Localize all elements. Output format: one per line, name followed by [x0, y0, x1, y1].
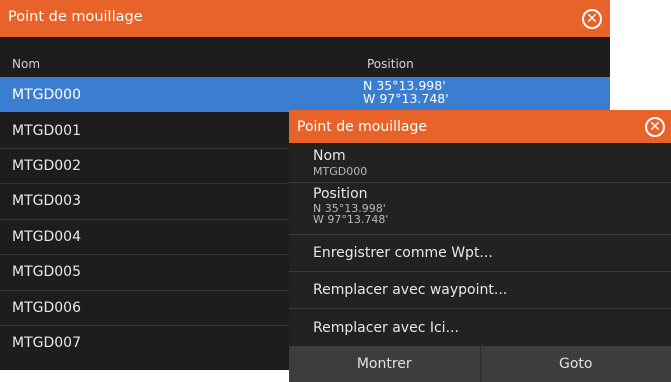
- close-icon[interactable]: ✕: [645, 117, 665, 137]
- row-name: MTGD005: [12, 263, 81, 280]
- menu-item-replace-with-waypoint[interactable]: Remplacer avec waypoint...: [289, 272, 671, 307]
- position-longitude: W 97°13.748': [313, 213, 389, 226]
- column-header-position: Position: [367, 57, 414, 71]
- menu-item-label: Enregistrer comme Wpt...: [313, 245, 493, 261]
- name-value: MTGD000: [313, 165, 368, 178]
- row-name: MTGD002: [12, 157, 81, 174]
- goto-button[interactable]: Goto: [480, 346, 671, 382]
- position-label: Position: [313, 186, 368, 202]
- position-field: Position N 35°13.998' W 97°13.748': [289, 184, 671, 234]
- name-label: Nom: [313, 148, 346, 164]
- popup-button-bar: Montrer Goto: [289, 346, 671, 382]
- row-position: N 35°13.998' W 97°13.748': [363, 79, 449, 105]
- close-icon[interactable]: ✕: [582, 9, 602, 29]
- row-name: MTGD003: [12, 192, 81, 209]
- popup-title-bar: Point de mouillage ✕: [289, 110, 671, 143]
- column-header: Nom Position: [0, 37, 610, 77]
- menu-item-save-as-waypoint[interactable]: Enregistrer comme Wpt...: [289, 235, 671, 270]
- table-row[interactable]: MTGD000 N 35°13.998' W 97°13.748': [0, 77, 610, 112]
- row-name: MTGD007: [12, 334, 81, 351]
- menu-item-label: Remplacer avec waypoint...: [313, 282, 508, 298]
- row-name: MTGD006: [12, 299, 81, 316]
- name-field: Nom MTGD000: [289, 147, 671, 183]
- waypoint-context-menu: Point de mouillage ✕ Nom MTGD000 Positio…: [289, 110, 671, 382]
- row-name: MTGD000: [12, 86, 81, 103]
- menu-divider: [289, 182, 671, 183]
- column-header-name: Nom: [12, 57, 41, 71]
- window-title: Point de mouillage: [8, 9, 143, 25]
- menu-item-label: Remplacer avec Ici...: [313, 320, 459, 336]
- row-longitude: W 97°13.748': [363, 91, 449, 106]
- row-name: MTGD001: [12, 122, 81, 139]
- show-button[interactable]: Montrer: [289, 346, 481, 382]
- row-name: MTGD004: [12, 228, 81, 245]
- menu-item-replace-with-here[interactable]: Remplacer avec Ici...: [289, 309, 671, 345]
- title-bar: Point de mouillage ✕: [0, 0, 610, 37]
- popup-title: Point de mouillage: [297, 119, 427, 135]
